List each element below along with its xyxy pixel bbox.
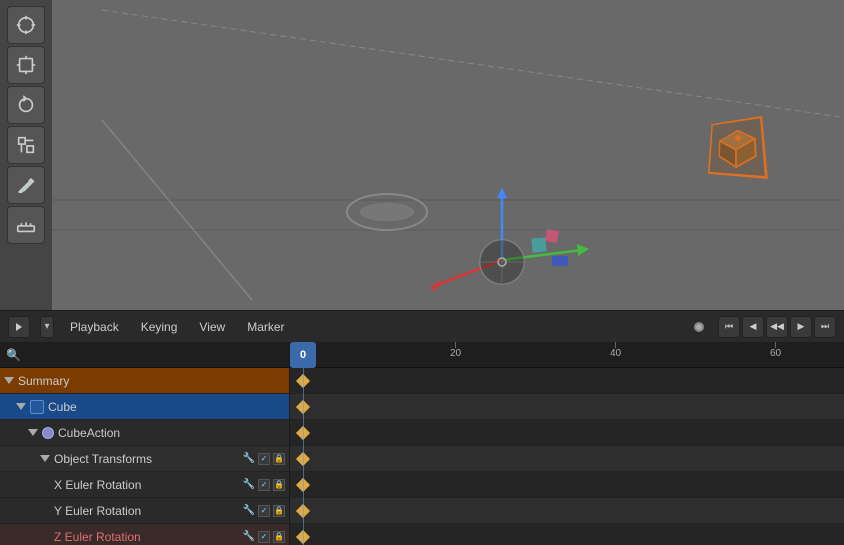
channel-label-euler-x: X Euler Rotation bbox=[54, 478, 141, 492]
measure-tool-btn[interactable] bbox=[7, 206, 45, 244]
left-toolbar bbox=[0, 0, 52, 310]
kf-row-euler-x bbox=[290, 472, 844, 498]
view-menu[interactable]: View bbox=[193, 318, 231, 336]
channel-list: 🔍 Summary Cube CubeAction Object Transfo… bbox=[0, 342, 290, 545]
prev-frame-btn[interactable]: ◀ bbox=[742, 316, 764, 338]
lock-icon-transforms[interactable]: 🔒 bbox=[273, 453, 285, 465]
timeline-nav-btn[interactable] bbox=[8, 316, 30, 338]
channel-label-euler-z: Z Euler Rotation bbox=[54, 530, 141, 544]
lock-icon-z[interactable]: 🔒 bbox=[273, 531, 285, 543]
channel-label-transforms: Object Transforms bbox=[54, 452, 152, 466]
ruler-mark-60: 60 bbox=[770, 342, 781, 359]
cube-object[interactable] bbox=[708, 116, 768, 179]
frame-dot bbox=[694, 322, 704, 332]
expand-icon-cube bbox=[16, 403, 26, 410]
lock-icon-x[interactable]: 🔒 bbox=[273, 479, 285, 491]
expand-icon-action bbox=[28, 429, 38, 436]
channel-row-obj-transforms[interactable]: Object Transforms 🔧 ✓ 🔒 bbox=[0, 446, 289, 472]
search-icon: 🔍 bbox=[6, 348, 21, 362]
frame-ruler: 0 20 40 60 bbox=[290, 342, 844, 368]
cube-icon bbox=[30, 400, 44, 414]
keying-menu[interactable]: Keying bbox=[135, 318, 184, 336]
timeline-body: 🔍 Summary Cube CubeAction Object Transfo… bbox=[0, 342, 844, 545]
check-icon-transforms[interactable]: ✓ bbox=[258, 453, 270, 465]
channel-row-euler-z[interactable]: Z Euler Rotation 🔧 ✓ 🔒 bbox=[0, 524, 289, 545]
ruler-mark-20: 20 bbox=[450, 342, 461, 359]
kf-row-euler-y bbox=[290, 498, 844, 524]
jump-end-btn[interactable]: ⏭ bbox=[814, 316, 836, 338]
search-bar[interactable]: 🔍 bbox=[0, 342, 289, 368]
kf-row-summary bbox=[290, 368, 844, 394]
check-icon-y[interactable]: ✓ bbox=[258, 505, 270, 517]
check-icon-x[interactable]: ✓ bbox=[258, 479, 270, 491]
wrench-icon-z: 🔧 bbox=[243, 531, 255, 542]
wrench-icon-x: 🔧 bbox=[243, 479, 255, 490]
channel-label-euler-y: Y Euler Rotation bbox=[54, 504, 141, 518]
kf-row-cube bbox=[290, 394, 844, 420]
kf-row-action bbox=[290, 420, 844, 446]
playback-menu[interactable]: Playback bbox=[64, 318, 125, 336]
ruler-mark-40: 40 bbox=[610, 342, 621, 359]
expand-icon-transforms bbox=[40, 455, 50, 462]
play-reverse-btn[interactable]: ◀◀ bbox=[766, 316, 788, 338]
timeline-header: ▾ Playback Keying View Marker ⏮ ◀ ◀◀ ▶ ⏭ bbox=[0, 310, 844, 342]
rotate-tool-btn[interactable] bbox=[7, 86, 45, 124]
cursor-tool-btn[interactable] bbox=[7, 6, 45, 44]
channel-row-cube-action[interactable]: CubeAction bbox=[0, 420, 289, 446]
scale-tool-btn[interactable] bbox=[7, 126, 45, 164]
expand-icon-summary bbox=[4, 377, 14, 384]
action-icon bbox=[42, 427, 54, 439]
check-icon-z[interactable]: ✓ bbox=[258, 531, 270, 543]
move-tool-btn[interactable] bbox=[7, 46, 45, 84]
wrench-icon-y: 🔧 bbox=[243, 505, 255, 516]
jump-start-btn[interactable]: ⏮ bbox=[718, 316, 740, 338]
channel-row-euler-y[interactable]: Y Euler Rotation 🔧 ✓ 🔒 bbox=[0, 498, 289, 524]
channel-row-summary[interactable]: Summary bbox=[0, 368, 289, 394]
marker-menu[interactable]: Marker bbox=[241, 318, 290, 336]
kf-row-transforms bbox=[290, 446, 844, 472]
ellipse-object bbox=[342, 190, 432, 235]
annotate-tool-btn[interactable] bbox=[7, 166, 45, 204]
frame-line bbox=[303, 368, 304, 545]
viewport bbox=[0, 0, 844, 310]
scene-area bbox=[52, 0, 844, 310]
channel-row-cube[interactable]: Cube bbox=[0, 394, 289, 420]
kf-row-euler-z bbox=[290, 524, 844, 545]
wrench-icon: 🔧 bbox=[243, 453, 255, 464]
channel-label-action: CubeAction bbox=[58, 426, 120, 440]
current-frame-marker: 0 bbox=[290, 342, 316, 368]
lock-icon-y[interactable]: 🔒 bbox=[273, 505, 285, 517]
playback-controls: ⏮ ◀ ◀◀ ▶ ⏭ bbox=[718, 316, 836, 338]
channel-row-euler-x[interactable]: X Euler Rotation 🔧 ✓ 🔒 bbox=[0, 472, 289, 498]
search-input[interactable] bbox=[25, 349, 283, 361]
play-btn[interactable]: ▶ bbox=[790, 316, 812, 338]
timeline-dropdown-btn[interactable]: ▾ bbox=[40, 316, 54, 338]
channel-label-summary: Summary bbox=[18, 374, 69, 388]
channel-label-cube: Cube bbox=[48, 400, 77, 414]
keyframe-area[interactable]: 0 20 40 60 bbox=[290, 342, 844, 545]
